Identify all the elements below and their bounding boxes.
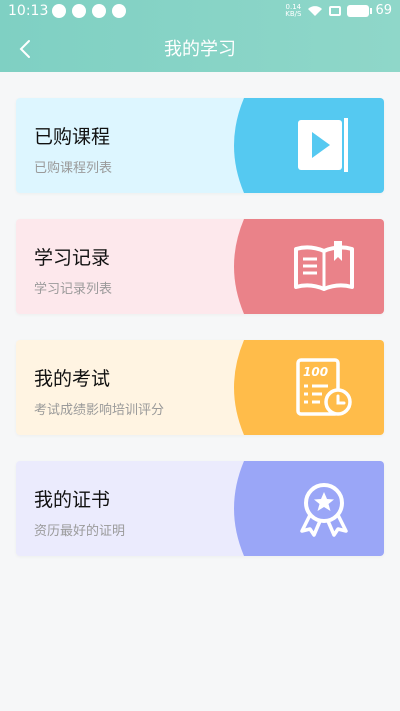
network-speed: 0.14 KB/S	[285, 3, 302, 18]
wifi-icon	[308, 5, 323, 16]
card-subtitle: 已购课程列表	[34, 161, 113, 176]
certificate-badge-icon	[292, 477, 356, 541]
play-video-icon	[292, 114, 356, 178]
book-icon	[292, 235, 356, 299]
card-my-certificates[interactable]: 我的证书 资历最好的证明	[16, 461, 384, 556]
cloud-icon	[112, 4, 126, 18]
nav-bar: 我的学习	[0, 24, 400, 72]
card-title: 已购课程	[34, 126, 111, 148]
status-right: 0.14 KB/S 69	[285, 3, 392, 18]
card-title: 学习记录	[34, 247, 111, 269]
card-subtitle: 资历最好的证明	[34, 524, 126, 539]
notification-icons	[52, 4, 126, 18]
card-title: 我的考试	[34, 368, 111, 390]
card-accent: 100	[224, 340, 384, 435]
card-study-records[interactable]: 学习记录 学习记录列表	[16, 219, 384, 314]
card-text: 学习记录 学习记录列表	[34, 243, 112, 297]
card-my-exams[interactable]: 我的考试 考试成绩影响培训评分 100	[16, 340, 384, 435]
card-subtitle: 学习记录列表	[34, 282, 113, 297]
card-subtitle: 考试成绩影响培训评分	[34, 403, 165, 418]
status-time: 10:13	[8, 3, 49, 19]
battery-icon	[347, 4, 373, 17]
screen-icon	[329, 5, 342, 16]
card-accent	[224, 98, 384, 193]
page-title: 我的学习	[164, 39, 236, 60]
card-accent	[224, 461, 384, 556]
card-text: 我的考试 考试成绩影响培训评分	[34, 364, 164, 418]
card-text: 已购课程 已购课程列表	[34, 122, 112, 176]
battery-level: 69	[375, 3, 392, 18]
exam-score-icon: 100	[292, 356, 356, 420]
net-speed-unit: KB/S	[285, 9, 302, 18]
card-title: 我的证书	[34, 489, 111, 511]
card-accent	[224, 219, 384, 314]
card-purchased-courses[interactable]: 已购课程 已购课程列表	[16, 98, 384, 193]
status-bar: 10:13 0.14 KB/S 69	[0, 0, 400, 24]
comment-icon	[92, 4, 106, 18]
card-text: 我的证书 资历最好的证明	[34, 485, 125, 539]
header-bar: 10:13 0.14 KB/S 69 我的学习	[0, 0, 400, 72]
chat-icon	[72, 4, 86, 18]
message-icon	[52, 4, 66, 18]
svg-text:100: 100	[303, 365, 328, 379]
